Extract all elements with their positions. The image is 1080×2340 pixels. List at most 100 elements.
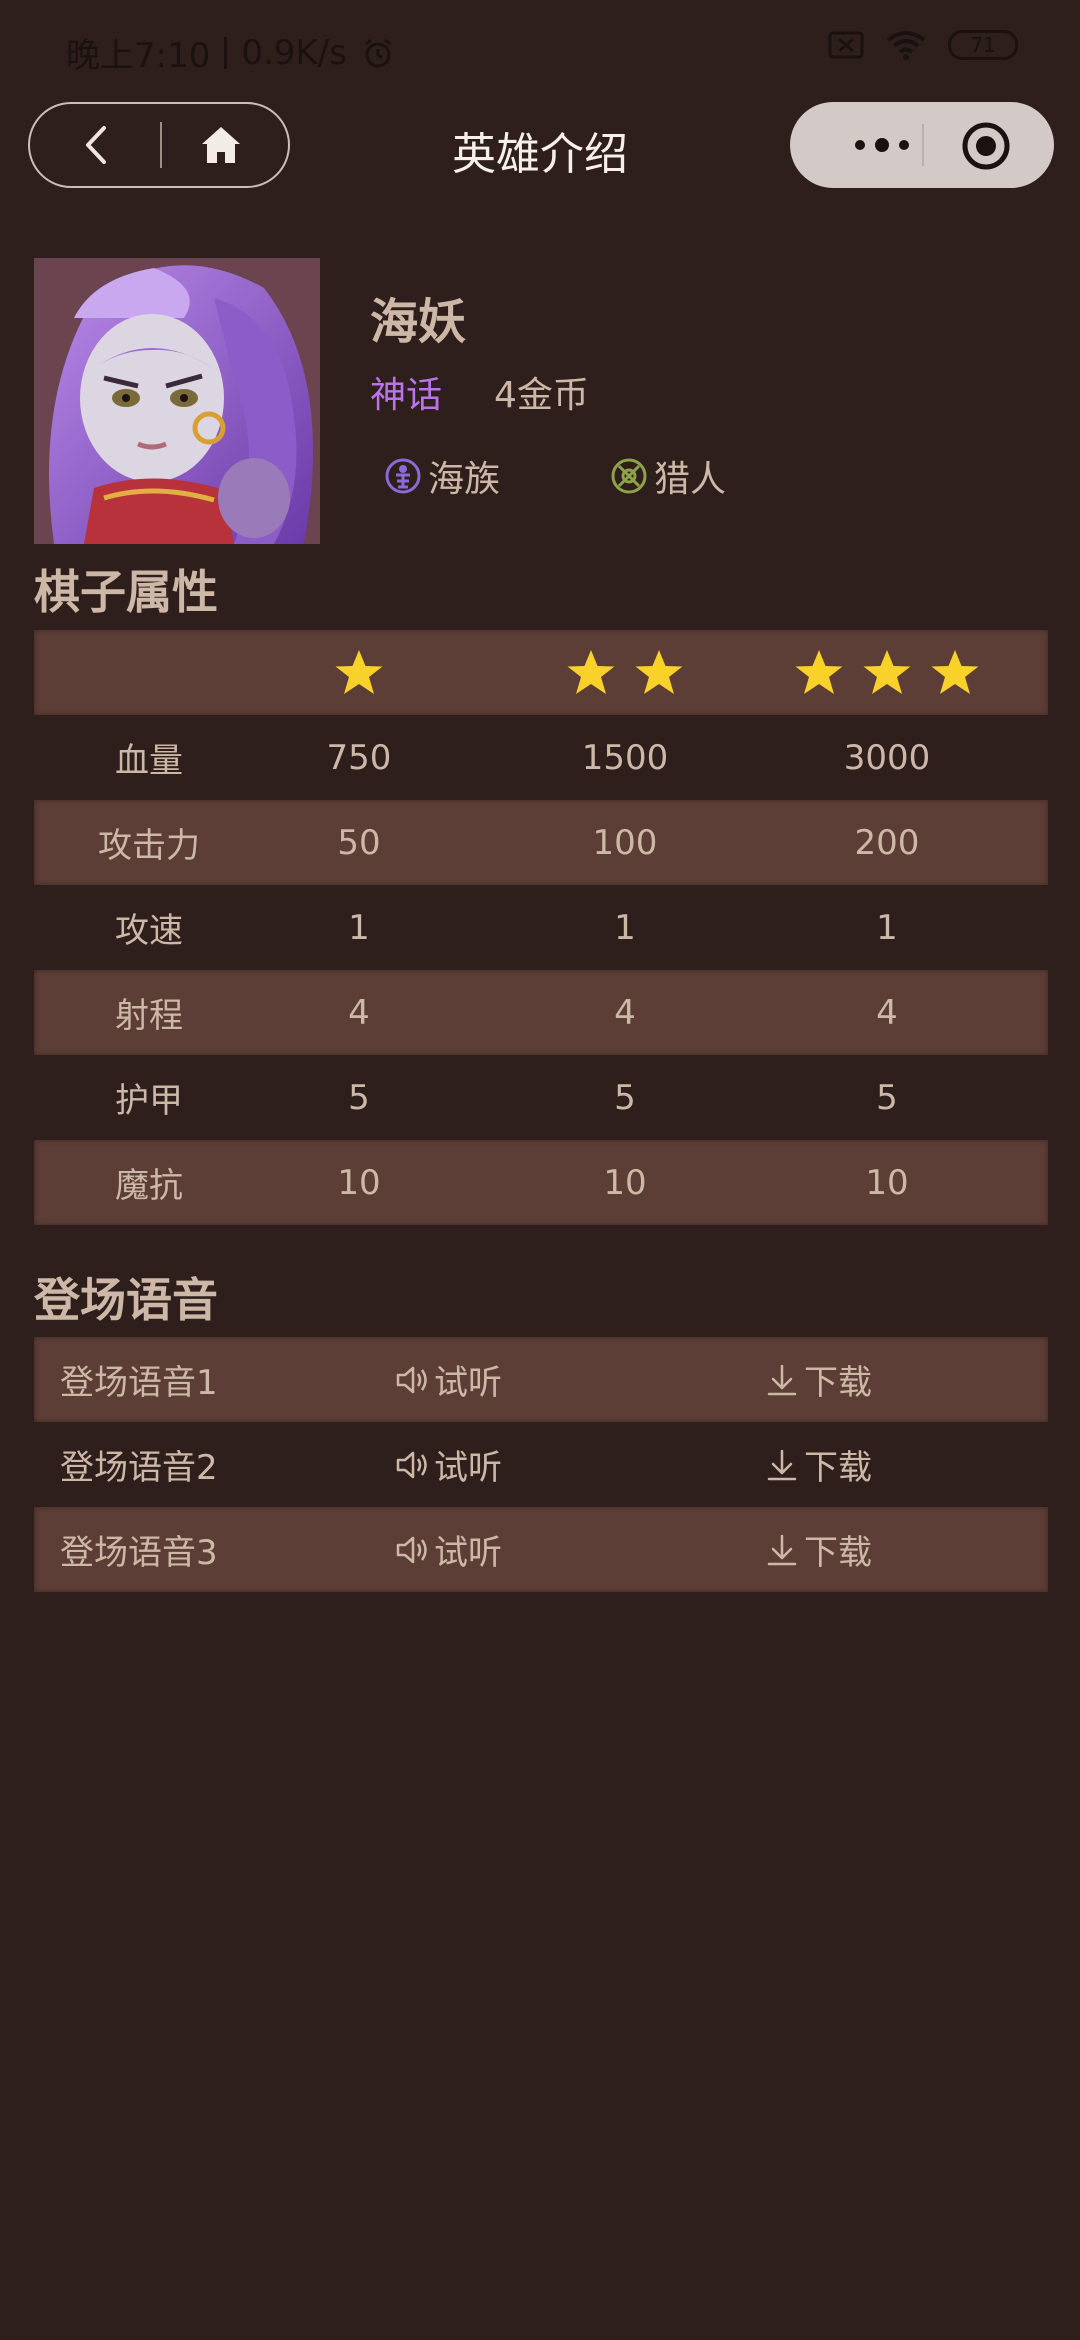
back-button[interactable] — [52, 114, 142, 176]
stat-value-2star: 1500 — [581, 737, 669, 778]
hunter-icon — [611, 458, 647, 494]
voice-row-1: 登场语音1 试听 下载 — [34, 1337, 1048, 1422]
menu-divider — [922, 124, 924, 166]
stat-value-1star: 5 — [348, 1077, 370, 1118]
hero-portrait-image — [34, 258, 320, 544]
star-level-2 — [494, 647, 756, 699]
home-button[interactable] — [176, 114, 266, 176]
home-icon — [202, 127, 240, 163]
voice-row-3: 登场语音3 试听 下载 — [34, 1507, 1048, 1592]
star-icon — [795, 649, 843, 694]
stat-value-3star: 4 — [876, 992, 898, 1033]
star-icon — [335, 649, 383, 694]
star-icon — [567, 649, 615, 694]
listen-label: 试听 — [434, 1448, 502, 1488]
download-label: 下载 — [804, 1448, 872, 1488]
download-icon — [767, 1534, 797, 1565]
stat-value-3star: 3000 — [843, 737, 931, 778]
speaker-icon — [396, 1451, 427, 1478]
speaker-icon — [396, 1536, 427, 1563]
status-bar: 晚上7:10 0.9K/s 71 — [0, 0, 1080, 100]
voice-download-cell: 下载 — [764, 1355, 1044, 1404]
hero-portrait — [34, 258, 320, 544]
voice-download-cell: 下载 — [764, 1440, 1044, 1489]
stat-value-2star: 1 — [614, 907, 636, 948]
more-button[interactable] — [834, 122, 930, 168]
star-icon — [635, 649, 683, 694]
stat-row-range: 射程 4 4 4 — [34, 970, 1048, 1055]
stat-value-2star: 5 — [614, 1077, 636, 1118]
hero-cost: 4金币 — [494, 375, 589, 416]
voice-name: 登场语音1 — [60, 1363, 218, 1403]
stat-row-attack: 攻击力 50 100 200 — [34, 800, 1048, 885]
trait-hunter[interactable]: 猎人 — [610, 450, 726, 502]
voices-title: 登场语音 — [34, 1273, 218, 1327]
status-separator — [224, 36, 228, 69]
star-icon — [931, 649, 979, 694]
hero-rarity: 神话 — [370, 375, 443, 416]
voice-listen-cell: 试听 — [394, 1440, 764, 1489]
voices-list: 登场语音1 试听 下载 登场语音2 试听 下载 登场语音3 试听 下载 — [34, 1337, 1048, 1592]
trait-label: 猎人 — [654, 459, 727, 500]
stat-value-3star: 200 — [854, 822, 920, 863]
hero-name: 海妖 — [370, 294, 467, 350]
menu-capsule — [790, 102, 1054, 188]
download-button[interactable]: 下载 — [764, 1440, 1044, 1489]
stat-row-attack-speed: 攻速 1 1 1 — [34, 885, 1048, 970]
wifi-icon — [886, 31, 926, 60]
listen-label: 试听 — [434, 1533, 502, 1573]
voice-listen-cell: 试听 — [394, 1525, 764, 1574]
speaker-icon — [396, 1366, 427, 1393]
trait-label: 海族 — [428, 459, 501, 500]
stat-value-2star: 100 — [592, 822, 658, 863]
voice-name: 登场语音3 — [60, 1533, 218, 1573]
listen-button[interactable]: 试听 — [394, 1525, 764, 1574]
trait-sea-race[interactable]: 海族 — [384, 450, 500, 502]
stat-value-1star: 1 — [348, 907, 370, 948]
stat-row-hp: 血量 750 1500 3000 — [34, 715, 1048, 800]
star-icon — [863, 649, 911, 694]
stat-value-2star: 10 — [603, 1162, 647, 1203]
attributes-title: 棋子属性 — [34, 565, 218, 619]
download-icon — [767, 1449, 797, 1480]
status-network-speed: 0.9K/s — [241, 32, 347, 73]
sim-off-icon — [828, 31, 864, 59]
download-label: 下载 — [804, 1533, 872, 1573]
stat-row-magic-resist: 魔抗 10 10 10 — [34, 1140, 1048, 1225]
listen-button[interactable]: 试听 — [394, 1440, 764, 1489]
page-title: 英雄介绍 — [452, 129, 628, 180]
download-button[interactable]: 下载 — [764, 1355, 1044, 1404]
star-header-row — [34, 630, 1048, 715]
download-label: 下载 — [804, 1363, 872, 1403]
stat-value-1star: 10 — [337, 1162, 381, 1203]
download-button[interactable]: 下载 — [764, 1525, 1044, 1574]
listen-label: 试听 — [434, 1363, 502, 1403]
nav-divider — [160, 122, 162, 168]
target-circle-icon — [962, 122, 1010, 170]
battery-icon: 71 — [948, 30, 1018, 60]
status-right: 71 — [828, 30, 1018, 60]
stat-value-1star: 750 — [326, 737, 392, 778]
star-level-1 — [224, 647, 494, 699]
more-dots-icon — [855, 138, 909, 152]
voice-row-2: 登场语音2 试听 下载 — [34, 1422, 1048, 1507]
download-icon — [767, 1364, 797, 1395]
attributes-table: 血量 750 1500 3000 攻击力 50 100 200 攻速 1 1 1… — [34, 630, 1048, 1225]
nav-capsule — [28, 102, 290, 188]
stat-value-1star: 50 — [337, 822, 381, 863]
stat-row-armor: 护甲 5 5 5 — [34, 1055, 1048, 1140]
stat-value-3star: 10 — [865, 1162, 909, 1203]
stat-value-3star: 5 — [876, 1077, 898, 1118]
stat-value-3star: 1 — [876, 907, 898, 948]
stat-value-2star: 4 — [614, 992, 636, 1033]
close-button[interactable] — [960, 120, 1012, 172]
voice-download-cell: 下载 — [764, 1525, 1044, 1574]
alarm-icon — [364, 38, 391, 67]
star-level-3 — [756, 647, 1018, 699]
voice-listen-cell: 试听 — [394, 1355, 764, 1404]
status-time: 晚上7:10 — [66, 36, 211, 76]
sea-race-icon — [385, 458, 421, 494]
listen-button[interactable]: 试听 — [394, 1355, 764, 1404]
status-left: 晚上7:10 0.9K/s — [66, 28, 395, 77]
voice-name: 登场语音2 — [60, 1448, 218, 1488]
